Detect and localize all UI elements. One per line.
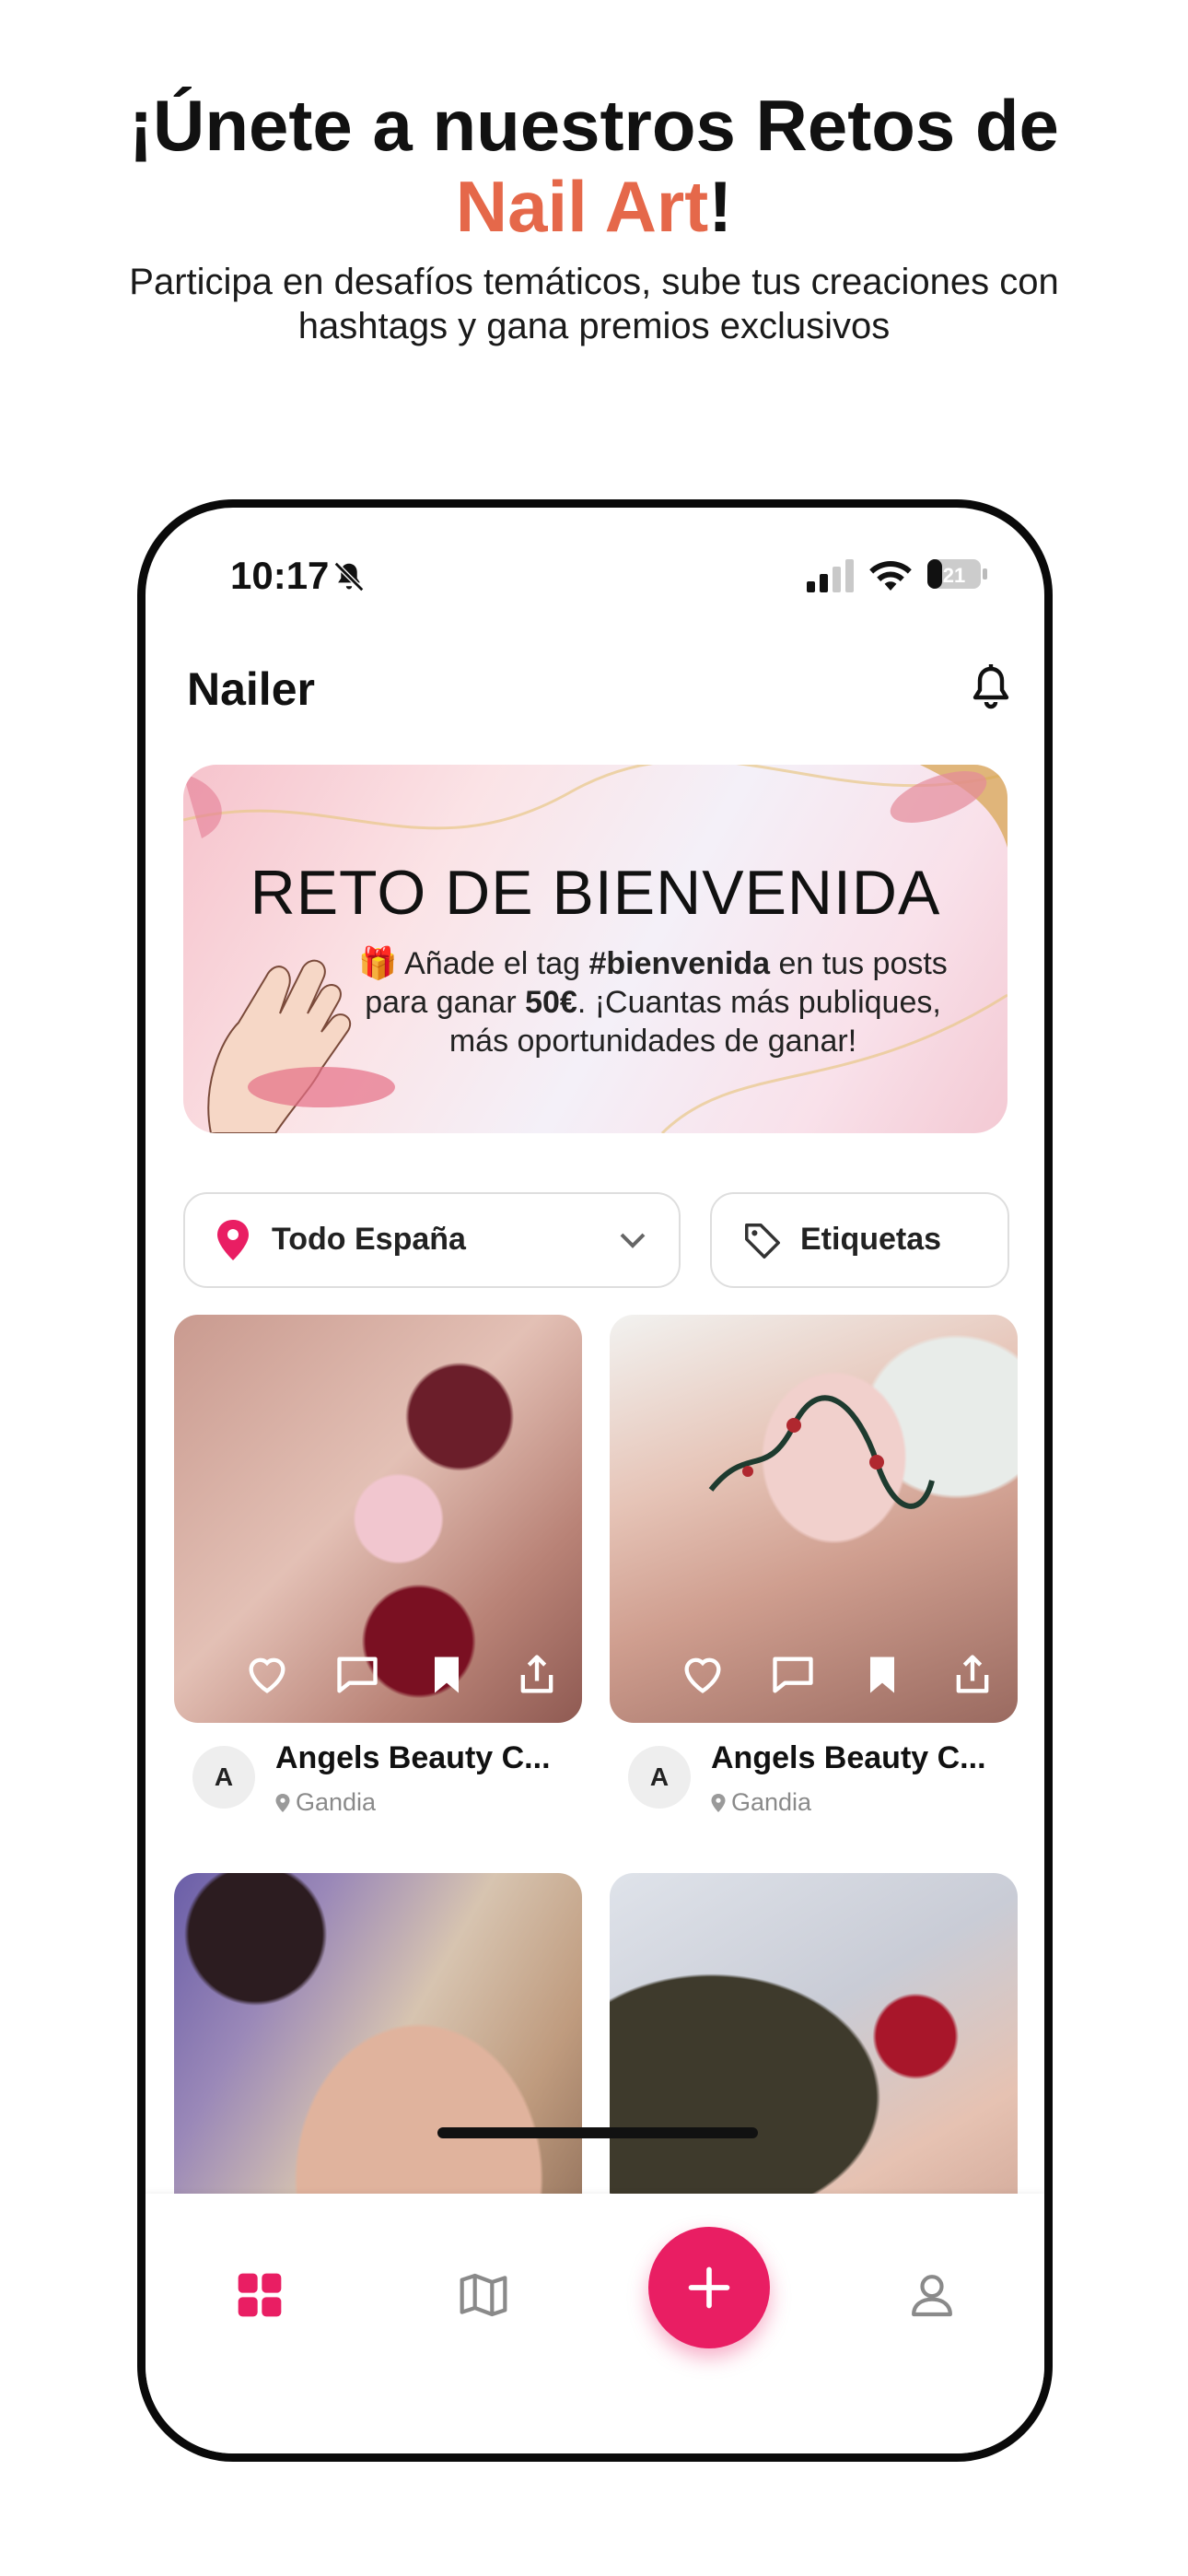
bookmark-icon[interactable] — [858, 1651, 906, 1699]
comment-icon[interactable] — [769, 1651, 817, 1699]
app-title: Nailer — [187, 663, 315, 715]
banner-prize: 50€ — [525, 985, 577, 1020]
bell-icon[interactable] — [968, 662, 1014, 714]
promo-subtitle-line2: hashtags y gana premios exclusivos — [297, 306, 891, 346]
banner-text: 🎁 Añade el tag #bienvenida en tus posts … — [340, 944, 966, 1060]
promo-subtitle-line1: Participa en desafíos temáticos, sube tu… — [129, 262, 1059, 302]
post-location: Gandia — [275, 1788, 376, 1817]
grid-icon[interactable] — [234, 2269, 285, 2321]
location-pin-icon — [275, 1794, 290, 1812]
avatar[interactable]: A — [192, 1746, 255, 1809]
promo-title-line2: Nail Art! — [0, 166, 1188, 247]
like-icon[interactable] — [679, 1651, 727, 1699]
status-bar: 10:17 21 — [146, 508, 1044, 646]
post-actions — [174, 1651, 582, 1706]
post-image[interactable] — [174, 1315, 582, 1723]
add-post-button[interactable] — [648, 2227, 770, 2348]
bottom-navigation — [146, 2194, 1044, 2453]
post-location: Gandia — [711, 1788, 811, 1817]
post-card[interactable]: A Angels Beauty C... Gandia — [610, 1315, 1018, 1816]
map-icon[interactable] — [458, 2269, 509, 2321]
post-card[interactable]: A Angels Beauty C... Gandia — [174, 1315, 582, 1816]
signal-icon — [807, 559, 854, 592]
battery-level: 21 — [943, 564, 965, 587]
post-city: Gandia — [296, 1788, 377, 1816]
home-indicator[interactable] — [437, 2127, 758, 2138]
banner-text-a: 🎁 Añade el tag — [358, 946, 589, 981]
banner-hashtag: #bienvenida — [588, 946, 771, 981]
phone-frame: 10:17 21 Nailer RETO DE BIENVENIDA 🎁 Aña… — [137, 499, 1053, 2462]
post-image[interactable] — [610, 1315, 1018, 1723]
location-filter[interactable]: Todo España — [183, 1192, 681, 1288]
avatar[interactable]: A — [628, 1746, 691, 1809]
welcome-challenge-banner[interactable]: RETO DE BIENVENIDA 🎁 Añade el tag #bienv… — [183, 765, 1007, 1133]
post-author[interactable]: Angels Beauty C... — [711, 1740, 986, 1776]
tag-icon — [745, 1224, 780, 1259]
location-filter-label: Todo España — [272, 1222, 466, 1257]
post-actions — [610, 1651, 1018, 1706]
banner-title: RETO DE BIENVENIDA — [250, 858, 941, 928]
nail-pattern-decoration — [708, 1395, 935, 1509]
promo-title-end: ! — [708, 166, 733, 247]
comment-icon[interactable] — [333, 1651, 381, 1699]
promo-subtitle: Participa en desafíos temáticos, sube tu… — [0, 260, 1188, 348]
status-time: 10:17 — [230, 554, 330, 597]
wifi-icon — [869, 561, 912, 591]
location-pin-icon — [711, 1794, 726, 1812]
post-city: Gandia — [731, 1788, 812, 1816]
promo-title-accent: Nail Art — [455, 166, 709, 247]
add-icon — [688, 2266, 730, 2309]
bell-off-icon — [333, 561, 365, 592]
chevron-down-icon — [620, 1233, 646, 1248]
share-icon[interactable] — [513, 1651, 561, 1699]
like-icon[interactable] — [243, 1651, 291, 1699]
promo-title: ¡Únete a nuestros Retos de Nail Art! — [0, 85, 1188, 247]
bookmark-icon[interactable] — [423, 1651, 471, 1699]
battery-icon: 21 — [927, 559, 987, 589]
profile-icon[interactable] — [906, 2269, 958, 2321]
location-pin-icon — [217, 1220, 249, 1260]
tags-filter[interactable]: Etiquetas — [710, 1192, 1009, 1288]
post-author[interactable]: Angels Beauty C... — [275, 1740, 551, 1776]
tags-filter-label: Etiquetas — [800, 1222, 942, 1257]
promo-title-line1: ¡Únete a nuestros Retos de — [129, 85, 1059, 166]
share-icon[interactable] — [949, 1651, 996, 1699]
